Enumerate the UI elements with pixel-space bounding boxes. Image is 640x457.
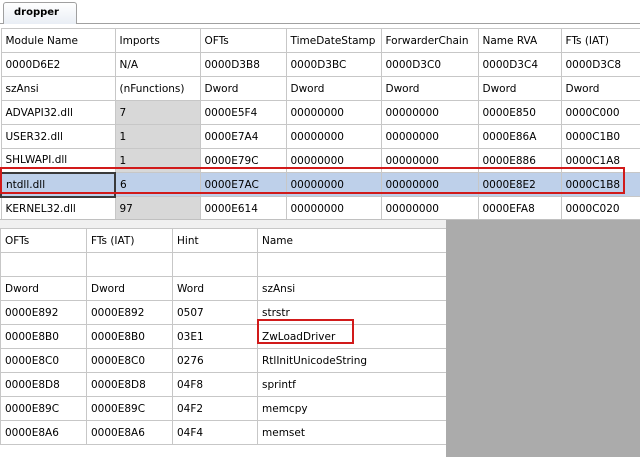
header-name-rva[interactable]: Name RVA — [477, 28, 562, 53]
table-cell: Dword — [285, 76, 382, 101]
type-row: Dword Dword Word szAnsi — [0, 276, 447, 301]
table-cell[interactable]: 0000E7A4 — [199, 124, 287, 149]
type-row: szAnsi (nFunctions) Dword Dword Dword Dword Dw… — [0, 76, 640, 101]
table-cell[interactable]: 0507 — [172, 300, 258, 325]
table-row[interactable]: KERNEL32.dll 97 0000E614 00000000 00000000 00… — [0, 196, 640, 221]
table-cell[interactable]: 0000E892 — [0, 300, 87, 325]
functions-table: OFTs FTs (IAT) Hint Name Dword Dword Word szAns… — [0, 228, 447, 445]
table-cell[interactable]: 0000E8A6 — [0, 420, 87, 445]
header-timedatestamp[interactable]: TimeDateStamp — [285, 28, 382, 53]
table-cell — [0, 252, 87, 277]
table-cell[interactable]: USER32.dll — [0, 124, 116, 149]
table-cell[interactable]: 03E1 — [172, 324, 258, 349]
table-cell[interactable]: KERNEL32.dll — [0, 196, 116, 221]
table-cell[interactable]: 00000000 — [285, 196, 382, 221]
table-cell[interactable]: 1 — [114, 124, 201, 149]
table-cell[interactable]: 0000E850 — [477, 100, 562, 125]
table-cell: Word — [172, 276, 258, 301]
table-row[interactable]: USER32.dll 1 0000E7A4 00000000 00000000 0000E… — [0, 124, 640, 149]
table-row[interactable]: 0000E8D8 0000E8D8 04F8 sprintf — [0, 372, 447, 397]
table-cell[interactable]: 0000E8B0 — [0, 324, 87, 349]
header-hint[interactable]: Hint — [172, 228, 258, 253]
header-fts-iat[interactable]: FTs (IAT) — [560, 28, 640, 53]
table-cell[interactable]: 04F4 — [172, 420, 258, 445]
table-cell[interactable]: sprintf — [257, 372, 447, 397]
table-cell: (nFunctions) — [114, 76, 201, 101]
header-fts-iat[interactable]: FTs (IAT) — [86, 228, 173, 253]
table-cell[interactable]: memcpy — [257, 396, 447, 421]
table-cell: Dword — [199, 76, 287, 101]
table-cell[interactable]: 0000E614 — [199, 196, 287, 221]
table-cell[interactable]: 0000E8A6 — [86, 420, 173, 445]
table-cell[interactable]: 0000E8C0 — [86, 348, 173, 373]
table-row[interactable]: 0000E8C0 0000E8C0 0276 RtlInitUnicodeString — [0, 348, 447, 373]
offset-row: 0000D6E2 N/A 0000D3B8 0000D3BC 0000D3C0 0000D… — [0, 52, 640, 77]
table-cell: Dword — [0, 276, 87, 301]
column-header-row[interactable]: Module Name Imports OFTs TimeDateStamp Forwa… — [0, 28, 640, 53]
selected-row-highlight — [0, 167, 625, 194]
table-row[interactable]: 0000E8B0 0000E8B0 03E1 ZwLoadDriver — [0, 324, 447, 349]
table-cell: 0000D3C0 — [380, 52, 479, 77]
table-cell[interactable]: 0000C1B0 — [560, 124, 640, 149]
table-cell: Dword — [477, 76, 562, 101]
function-name-highlight — [257, 319, 354, 344]
table-cell[interactable]: 0000E8B0 — [86, 324, 173, 349]
header-forwarderchain[interactable]: ForwarderChain — [380, 28, 479, 53]
table-cell[interactable]: 0000EFA8 — [477, 196, 562, 221]
table-cell[interactable]: 04F2 — [172, 396, 258, 421]
table-cell[interactable]: 00000000 — [380, 196, 479, 221]
table-row[interactable]: ADVAPI32.dll 7 0000E5F4 00000000 00000000 000… — [0, 100, 640, 125]
table-cell[interactable]: 0000E892 — [86, 300, 173, 325]
table-cell: Dword — [86, 276, 173, 301]
tab-dropper[interactable]: dropper — [3, 2, 77, 24]
table-cell: szAnsi — [0, 76, 116, 101]
table-cell[interactable]: 0000E89C — [0, 396, 87, 421]
table-cell[interactable]: 0000E89C — [86, 396, 173, 421]
table-cell: Dword — [380, 76, 479, 101]
table-cell[interactable]: 0276 — [172, 348, 258, 373]
table-cell[interactable]: RtlInitUnicodeString — [257, 348, 447, 373]
table-cell: 0000D3B8 — [199, 52, 287, 77]
table-cell — [257, 252, 447, 277]
table-cell: Dword — [560, 76, 640, 101]
table-cell[interactable]: 7 — [114, 100, 201, 125]
table-cell[interactable]: 0000E5F4 — [199, 100, 287, 125]
table-cell[interactable]: 97 — [114, 196, 201, 221]
column-header-row[interactable]: OFTs FTs (IAT) Hint Name — [0, 228, 447, 253]
table-cell[interactable]: 0000E8C0 — [0, 348, 87, 373]
table-cell: 0000D6E2 — [0, 52, 116, 77]
header-name[interactable]: Name — [257, 228, 447, 253]
header-ofts[interactable]: OFTs — [199, 28, 287, 53]
header-module-name[interactable]: Module Name — [0, 28, 116, 53]
table-cell: 0000D3C8 — [560, 52, 640, 77]
tab-strip: dropper — [0, 0, 640, 24]
table-cell[interactable]: 00000000 — [285, 124, 382, 149]
table-cell[interactable]: 00000000 — [380, 124, 479, 149]
table-cell — [172, 252, 258, 277]
header-imports[interactable]: Imports — [114, 28, 201, 53]
table-cell: szAnsi — [257, 276, 447, 301]
table-cell: 0000D3C4 — [477, 52, 562, 77]
table-cell: 0000D3BC — [285, 52, 382, 77]
table-cell[interactable]: memset — [257, 420, 447, 445]
table-row[interactable]: 0000E89C 0000E89C 04F2 memcpy — [0, 396, 447, 421]
table-cell[interactable]: 04F8 — [172, 372, 258, 397]
table-cell: N/A — [114, 52, 201, 77]
table-cell[interactable]: 0000C020 — [560, 196, 640, 221]
table-cell[interactable]: 0000C000 — [560, 100, 640, 125]
table-cell[interactable]: 0000E86A — [477, 124, 562, 149]
table-row[interactable]: 0000E8A6 0000E8A6 04F4 memset — [0, 420, 447, 445]
table-cell[interactable]: 0000E8D8 — [86, 372, 173, 397]
table-cell — [86, 252, 173, 277]
table-row[interactable]: 0000E892 0000E892 0507 strstr — [0, 300, 447, 325]
table-cell[interactable]: ADVAPI32.dll — [0, 100, 116, 125]
header-ofts[interactable]: OFTs — [0, 228, 87, 253]
table-cell[interactable]: 00000000 — [285, 100, 382, 125]
table-cell[interactable]: 0000E8D8 — [0, 372, 87, 397]
offset-row — [0, 252, 447, 277]
empty-pane-area — [446, 220, 640, 457]
table-cell[interactable]: 00000000 — [380, 100, 479, 125]
